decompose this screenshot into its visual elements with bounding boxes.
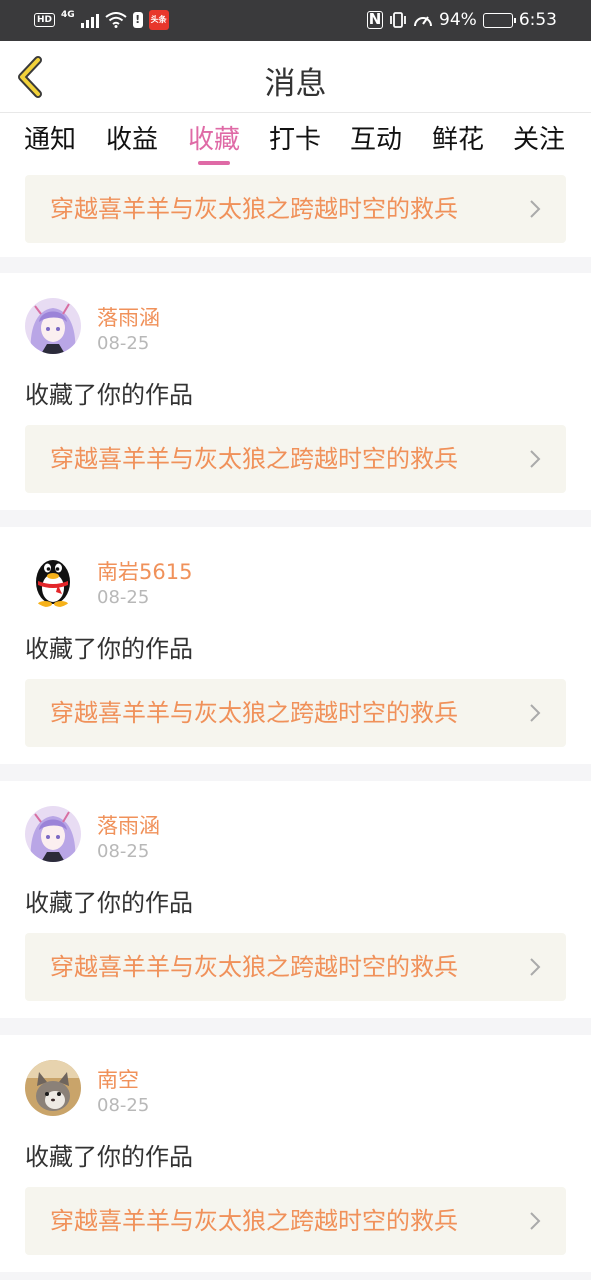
battery-icon: [482, 12, 516, 28]
user-avatar-anime[interactable]: [25, 298, 81, 354]
work-link[interactable]: 穿越喜羊羊与灰太狼之跨越时空的救兵: [25, 1187, 566, 1255]
work-link[interactable]: 穿越喜羊羊与灰太狼之跨越时空的救兵: [25, 425, 566, 493]
chevron-right-icon: [530, 958, 541, 976]
tab-favorites[interactable]: 收藏: [188, 122, 240, 158]
user-name[interactable]: 落雨涵: [97, 302, 160, 332]
nav-header: 消息: [0, 41, 591, 113]
post-date: 08-25: [97, 333, 150, 354]
tab-follow[interactable]: 关注: [513, 122, 565, 158]
chevron-right-icon: [530, 450, 541, 468]
chevron-right-icon: [530, 200, 541, 218]
wifi-icon: [105, 12, 127, 28]
user-avatar-anime[interactable]: [25, 806, 81, 862]
vibrate-icon: [390, 12, 406, 28]
tab-earnings[interactable]: 收益: [106, 122, 158, 158]
toutiao-app-icon: 头条: [148, 10, 169, 30]
tab-notification[interactable]: 通知: [24, 122, 76, 158]
qq-penguin-avatar-icon: [25, 552, 81, 608]
hd-icon: HD: [34, 13, 56, 27]
tab-bar: 通知 收益 收藏 打卡 互动 鲜花 关注: [0, 113, 591, 173]
alert-icon: !: [132, 12, 143, 28]
user-avatar-cat[interactable]: [25, 1060, 81, 1116]
user-name[interactable]: 南空: [97, 1064, 139, 1094]
action-text: 收藏了你的作品: [25, 1143, 193, 1171]
page-title: 消息: [264, 66, 327, 102]
tab-flowers[interactable]: 鲜花: [432, 122, 484, 158]
action-text: 收藏了你的作品: [25, 889, 193, 917]
list-item: 落雨涵 08-25 收藏了你的作品 穿越喜羊羊与灰太狼之跨越时空的救兵: [0, 273, 591, 510]
nfc-icon: N: [367, 10, 384, 29]
user-name[interactable]: 南岩5615: [97, 556, 192, 586]
anime-girl-avatar-icon: [25, 806, 81, 862]
clock: 6:53: [518, 10, 557, 30]
work-title: 穿越喜羊羊与灰太狼之跨越时空的救兵: [50, 195, 458, 223]
list-item: 南空 08-25 收藏了你的作品 穿越喜羊羊与灰太狼之跨越时空的救兵: [0, 1035, 591, 1272]
post-date: 08-25: [97, 841, 150, 862]
post-date: 08-25: [97, 587, 150, 608]
network-type: 4G: [61, 10, 75, 20]
list-item: 南岩5615 08-25 收藏了你的作品 穿越喜羊羊与灰太狼之跨越时空的救兵: [0, 527, 591, 764]
cat-photo-avatar-icon: [25, 1060, 81, 1116]
work-title: 穿越喜羊羊与灰太狼之跨越时空的救兵: [50, 445, 458, 473]
anime-girl-avatar-icon: [25, 298, 81, 354]
user-avatar-qq[interactable]: [25, 552, 81, 608]
action-text: 收藏了你的作品: [25, 635, 193, 663]
tab-interaction[interactable]: 互动: [350, 122, 402, 158]
work-title: 穿越喜羊羊与灰太狼之跨越时空的救兵: [50, 699, 458, 727]
work-link[interactable]: 穿越喜羊羊与灰太狼之跨越时空的救兵: [25, 933, 566, 1001]
battery-percent: 94%: [439, 10, 477, 30]
work-title: 穿越喜羊羊与灰太狼之跨越时空的救兵: [50, 1207, 458, 1235]
chevron-right-icon: [530, 704, 541, 722]
work-link[interactable]: 穿越喜羊羊与灰太狼之跨越时空的救兵: [25, 175, 566, 243]
speed-gauge-icon: [414, 16, 433, 27]
status-bar: HD 4G ! 头条 N 94% 6:53: [0, 0, 591, 41]
list-item: 落雨涵 08-25 收藏了你的作品 穿越喜羊羊与灰太狼之跨越时空的救兵: [0, 781, 591, 1018]
work-title: 穿越喜羊羊与灰太狼之跨越时空的救兵: [50, 953, 458, 981]
list-item: 穿越喜羊羊与灰太狼之跨越时空的救兵: [0, 167, 591, 257]
tab-checkin[interactable]: 打卡: [269, 122, 321, 158]
post-date: 08-25: [97, 1095, 150, 1116]
signal-icon: [80, 12, 99, 28]
chevron-right-icon: [530, 1212, 541, 1230]
active-tab-indicator: [198, 161, 230, 165]
work-link[interactable]: 穿越喜羊羊与灰太狼之跨越时空的救兵: [25, 679, 566, 747]
action-text: 收藏了你的作品: [25, 381, 193, 409]
user-name[interactable]: 落雨涵: [97, 810, 160, 840]
